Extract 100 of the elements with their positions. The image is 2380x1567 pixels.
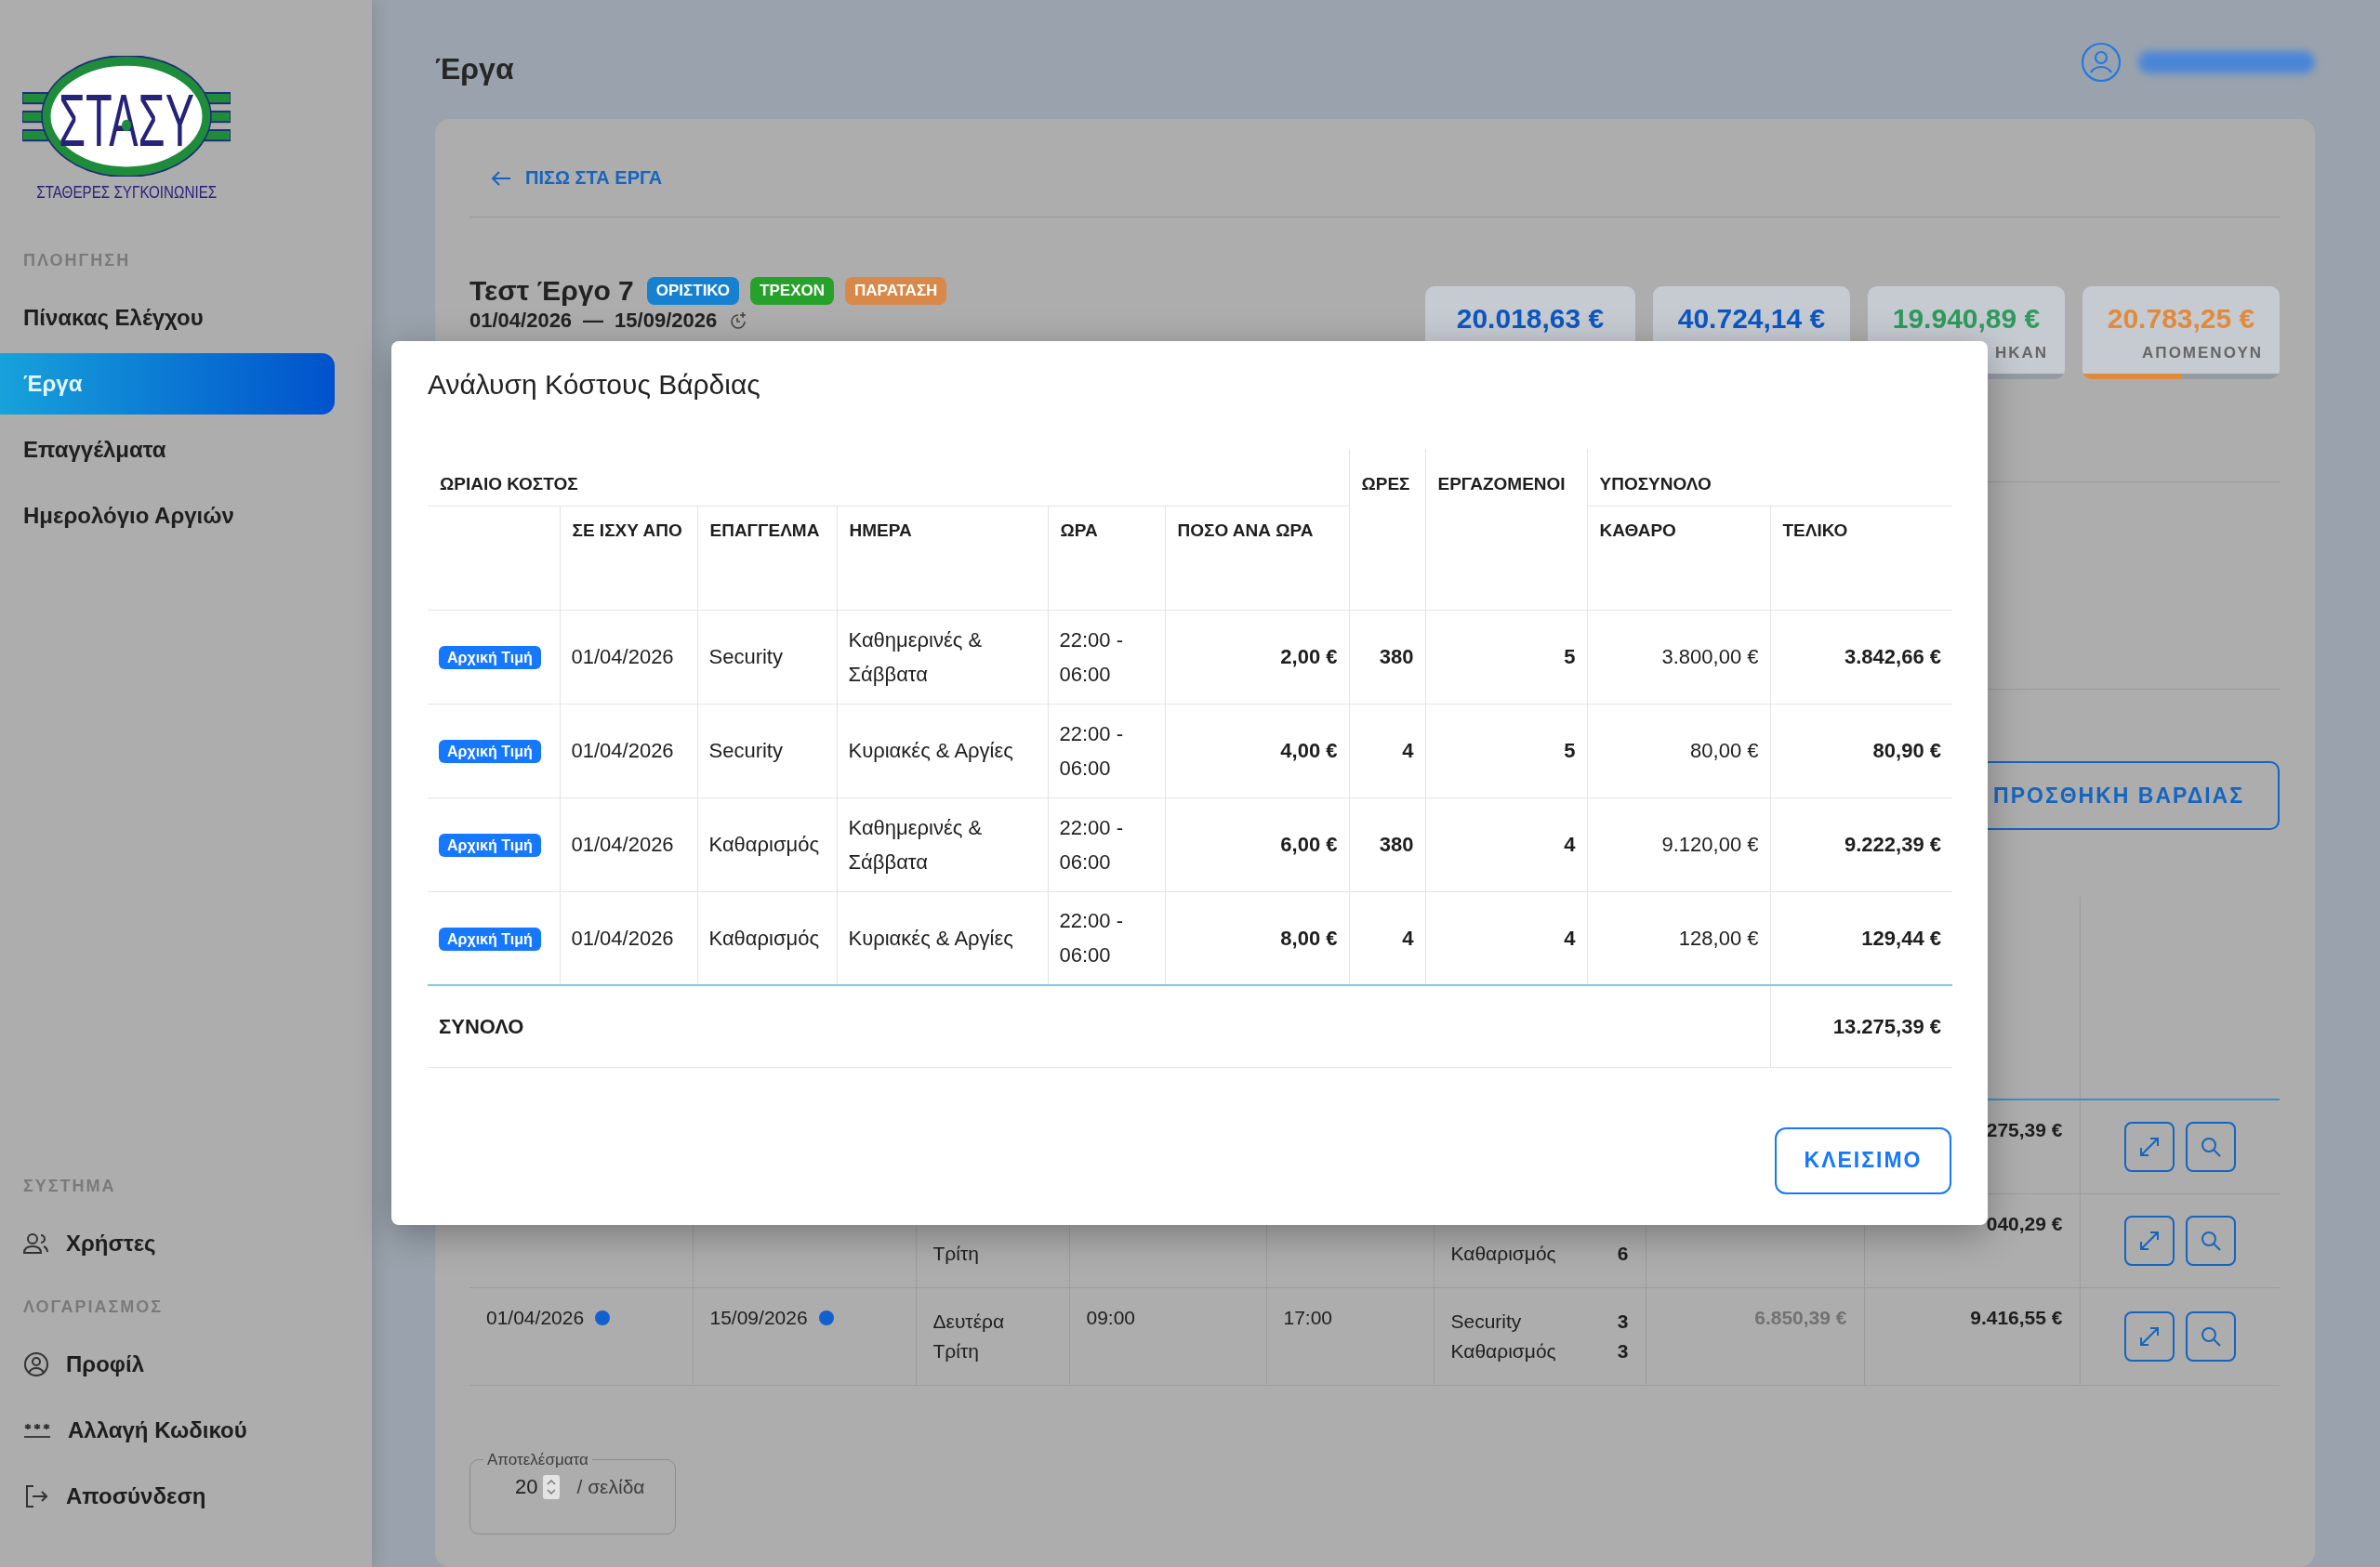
column-header: ΩΡΑ [1060,520,1098,540]
profile-icon [23,1351,49,1377]
trade-name: Security [1450,1309,1522,1334]
stat-value: 19.940,89 € [1892,303,2041,335]
column-header: ΩΡΕΣ [1361,474,1410,494]
table-cell: 01/04/2026 [571,926,674,950]
trade-count: 3 [1617,1309,1629,1334]
table-cell: 09:00 [1086,1306,1136,1328]
status-badge: ΠΑΡΑΤΑΣΗ [845,277,947,305]
table-cell: 040,29 € [1986,1212,2063,1234]
clock-icon [728,311,747,330]
expand-button[interactable] [2123,1215,2175,1266]
table-cell: 275,39 € [1986,1119,2063,1140]
table-cell-text: Δευτέρα [932,1309,1006,1334]
project-name: Τεστ Έργο 7 [469,275,634,307]
table-cell: Security [708,645,783,668]
table-cell: Κυριακές & Αργίες [848,926,1013,950]
table-cell: 9.120,00 € [1661,833,1759,856]
table-cell: 01/04/2026 [486,1306,585,1329]
column-header: ΥΠΟΣΥΝΟΛΟ [1599,474,1712,494]
nav-item[interactable]: Χρήστες [0,1213,335,1274]
column-header: ΚΑΘΑΡΟ [1599,520,1676,540]
nav-item[interactable]: Προφίλ [0,1334,335,1395]
users-icon [23,1232,49,1255]
table-cell: 5 [1564,645,1576,668]
table-cell: Καθαρισμός [708,926,820,950]
table-cell: 01/04/2026 [571,645,674,668]
search-button[interactable] [2185,1121,2236,1172]
column-header: ΣΕ ΙΣΧΥ ΑΠΟ [572,520,682,540]
stat-label: ΗΚΑΝ [1993,344,2049,362]
table-cell: 9.222,39 € [1844,833,1941,856]
column-header: ΠΟΣΟ ΑΝΑ ΩΡΑ [1177,520,1314,540]
table-cell: 6.850,39 € [1754,1306,1847,1328]
trade-name: Καθαρισμός [1450,1338,1556,1363]
stat-value: 20.018,63 € [1456,303,1605,335]
nav-item[interactable]: Αποσύνδεση [0,1466,335,1527]
start-date: 01/04/2026 [469,309,573,333]
logout-icon [23,1483,49,1509]
avatar-icon[interactable] [2081,42,2122,83]
column-header: ΤΕΛΙΚΟ [1782,520,1848,540]
table-cell: 380 [1379,833,1414,856]
total-value: 13.275,39 € [1832,1014,1941,1038]
logo-caption: ΣΤΑΘΕΡΕΣ ΣΥΓΚΟΙΝΩΝΙΕΣ [36,182,217,203]
table-cell: 128,00 € [1678,926,1759,950]
table-cell: 2,00 € [1280,645,1338,668]
table-cell: 380 [1379,645,1414,668]
table-cell: 3.800,00 € [1661,645,1759,668]
column-header: ΩΡΙΑΙΟ ΚΟΣΤΟΣ [440,474,578,494]
page-size-field[interactable]: Αποτελέσματα 20 / σελίδα [469,1450,676,1534]
table-cell: 17:00 [1283,1306,1333,1328]
table-cell: 5 [1564,739,1576,762]
table-cell: Κυριακές & Αργίες [848,739,1013,762]
date-separator: — [583,309,604,333]
table-cell: 4 [1402,739,1414,762]
trade-name: Καθαρισμός [1450,1241,1556,1266]
expand-button[interactable] [2123,1121,2175,1172]
status-badge: ΟΡΙΣΤΙΚΟ [646,277,740,305]
nav-item[interactable]: Επαγγέλματα [0,419,335,481]
table-cell: Καθημερινές & Σάββατα [848,627,983,686]
status-dot [595,1310,611,1325]
table-cell: Καθαρισμός [708,833,820,856]
table-cell: 01/04/2026 [571,833,674,856]
stat-value: 40.724,14 € [1677,303,1826,335]
price-tag: Αρχική Τιμή [439,646,541,669]
trade-count: 3 [1617,1338,1629,1363]
table-cell: 8,00 € [1280,926,1338,950]
price-tag: Αρχική Τιμή [439,834,541,857]
column-header: ΕΡΓΑΖΟΜΕΝΟΙ [1437,474,1566,494]
price-tag: Αρχική Τιμή [439,740,541,763]
status-badge: ΤΡΕΧΟΝ [750,277,834,305]
page-title: Έργα [435,51,514,86]
table-cell: 22:00 - 06:00 [1059,909,1123,968]
nav-item[interactable]: Ημερολόγιο Αργιών [0,485,335,546]
column-header: ΗΜΕΡΑ [849,520,912,540]
table-cell-text: Τρίτη [932,1241,980,1266]
nav-item[interactable]: Αλλαγή Κωδικού [0,1400,335,1461]
table-cell: 9.416,55 € [1970,1306,2063,1328]
spinner-icon[interactable] [543,1474,561,1499]
table-cell: 15/09/2026 [709,1306,808,1329]
table-cell: 22:00 - 06:00 [1059,721,1123,780]
logo: ΣΤΑΣΥ [22,56,231,177]
table-cell: 80,90 € [1872,739,1941,762]
end-date: 15/09/2026 [615,309,718,333]
table-cell: 4 [1564,926,1576,950]
search-button[interactable] [2185,1310,2236,1362]
table-cell: 22:00 - 06:00 [1059,815,1123,874]
search-button[interactable] [2185,1215,2236,1266]
total-label: ΣΥΝΟΛΟ [439,1014,524,1038]
close-button[interactable]: ΚΛΕΙΣΙΜΟ [1775,1126,1951,1194]
table-cell: 3.842,66 € [1844,645,1941,668]
nav-item[interactable]: Πίνακας Ελέγχου [0,287,335,349]
table-cell: 22:00 - 06:00 [1059,627,1123,686]
price-tag: Αρχική Τιμή [439,927,541,951]
arrow-left-icon [490,168,512,188]
stat-value: 20.783,25 € [2107,303,2255,335]
table-cell: 4 [1564,833,1576,856]
status-dot [818,1310,834,1325]
table-cell: 6,00 € [1280,833,1338,856]
table-cell: Security [708,739,783,762]
expand-button[interactable] [2123,1310,2175,1362]
